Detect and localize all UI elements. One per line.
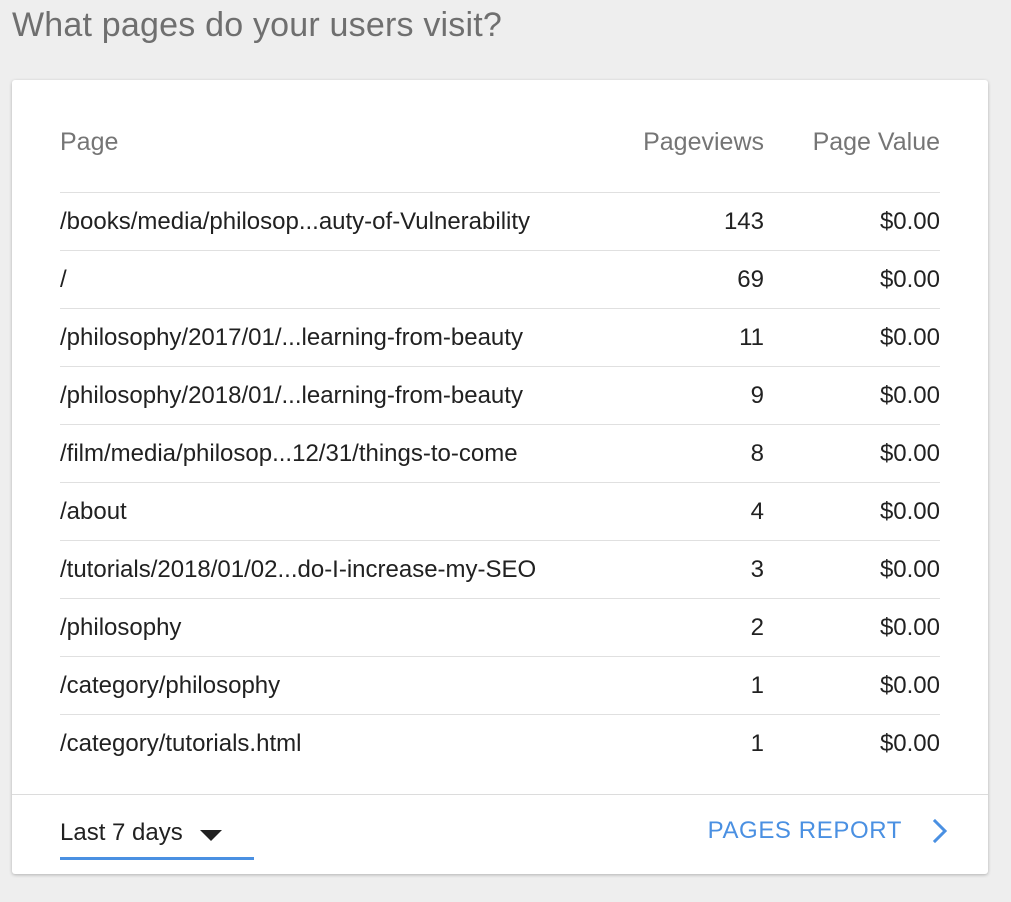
top-pages-card: Page Pageviews Page Value /books/media/p… bbox=[12, 80, 988, 874]
row-pageviews: 3 bbox=[750, 555, 764, 583]
date-range-dropdown[interactable]: Last 7 days bbox=[60, 817, 254, 860]
row-page-path: /philosophy/2017/01/...learning-from-bea… bbox=[60, 323, 523, 351]
row-page-value: $0.00 bbox=[879, 381, 940, 409]
row-page-path: /about bbox=[60, 497, 127, 525]
row-page-path: /category/tutorials.html bbox=[60, 730, 302, 757]
table-row: /category/tutorials.html 1 $0.00 bbox=[60, 715, 940, 773]
column-header-pageviews: Pageviews bbox=[643, 128, 764, 156]
row-pageviews: 9 bbox=[750, 381, 764, 409]
row-page-value: $0.00 bbox=[879, 439, 940, 467]
table-row: /film/media/philosop...12/31/things-to-c… bbox=[60, 425, 940, 483]
card-footer: Last 7 days PAGES REPORT bbox=[12, 794, 988, 875]
row-page-value: $0.00 bbox=[879, 730, 940, 757]
table-header: Page Pageviews Page Value bbox=[60, 118, 940, 193]
column-header-page: Page bbox=[60, 128, 119, 156]
row-pageviews: 69 bbox=[737, 265, 764, 293]
table-row: /philosophy/2018/01/...learning-from-bea… bbox=[60, 367, 940, 425]
row-page-value: $0.00 bbox=[879, 613, 940, 641]
row-page-path: /tutorials/2018/01/02...do-I-increase-my… bbox=[60, 555, 537, 583]
row-page-path: /film/media/philosop...12/31/things-to-c… bbox=[60, 439, 518, 467]
table-row: /category/philosophy 1 $0.00 bbox=[60, 657, 940, 715]
pages-table: Page Pageviews Page Value /books/media/p… bbox=[60, 118, 940, 773]
table-row: / 69 $0.00 bbox=[60, 251, 940, 309]
row-pageviews: 143 bbox=[723, 207, 764, 235]
row-page-value: $0.00 bbox=[879, 323, 940, 351]
row-pageviews: 11 bbox=[739, 323, 764, 351]
row-pageviews: 1 bbox=[750, 671, 764, 699]
caret-down-icon bbox=[200, 830, 222, 841]
row-page-value: $0.00 bbox=[879, 555, 940, 583]
column-header-page-value: Page Value bbox=[812, 128, 940, 156]
date-range-label: Last 7 days bbox=[60, 819, 183, 846]
row-page-path: /category/philosophy bbox=[60, 671, 281, 699]
pages-report-link[interactable]: PAGES REPORT bbox=[708, 817, 948, 845]
row-page-path: /philosophy/2018/01/...learning-from-bea… bbox=[60, 381, 523, 409]
pages-report-label: PAGES REPORT bbox=[707, 817, 902, 844]
table-row: /philosophy 2 $0.00 bbox=[60, 599, 940, 657]
row-pageviews: 8 bbox=[750, 439, 764, 467]
row-page-value: $0.00 bbox=[879, 671, 940, 699]
table-row: /tutorials/2018/01/02...do-I-increase-my… bbox=[60, 541, 940, 599]
row-page-path: / bbox=[60, 265, 67, 293]
table-row: /about 4 $0.00 bbox=[60, 483, 940, 541]
page-title: What pages do your users visit? bbox=[12, 6, 502, 44]
row-page-value: $0.00 bbox=[879, 207, 940, 235]
table-row: /philosophy/2017/01/...learning-from-bea… bbox=[60, 309, 940, 367]
row-page-path: /philosophy bbox=[60, 613, 182, 641]
row-pageviews: 4 bbox=[750, 497, 764, 525]
row-page-path: /books/media/philosop...auty-of-Vulnerab… bbox=[60, 207, 531, 235]
row-page-value: $0.00 bbox=[879, 265, 940, 293]
row-page-value: $0.00 bbox=[879, 497, 940, 525]
row-pageviews: 1 bbox=[750, 730, 764, 757]
row-pageviews: 2 bbox=[750, 613, 764, 641]
table-row: /books/media/philosop...auty-of-Vulnerab… bbox=[60, 193, 940, 251]
chevron-right-icon bbox=[932, 818, 948, 844]
